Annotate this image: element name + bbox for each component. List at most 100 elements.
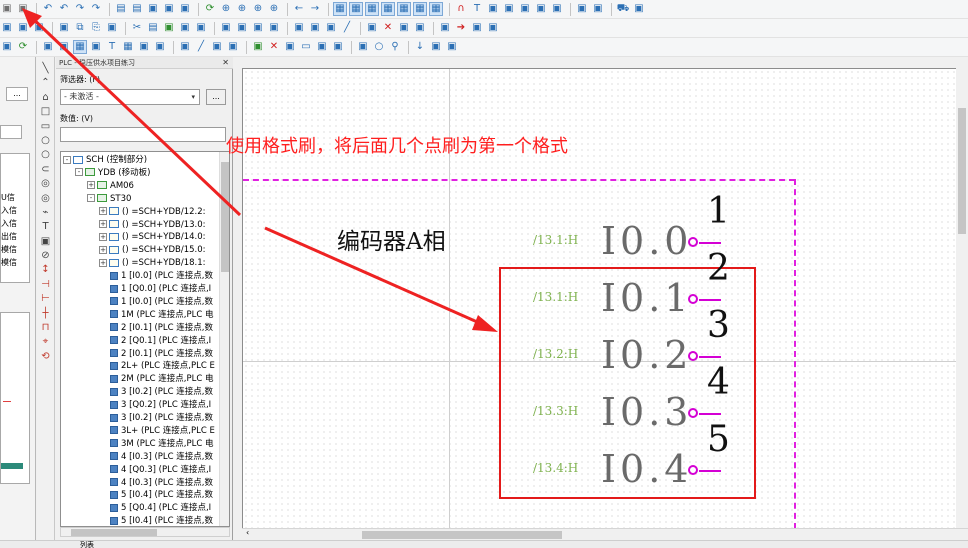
point-address[interactable]: I0.1 — [601, 276, 692, 320]
value-input[interactable] — [60, 127, 226, 142]
grid-snap-icon[interactable]: ▦ — [413, 2, 427, 16]
draw-tool-icon[interactable]: T — [39, 221, 53, 233]
branch-icon[interactable]: ▣ — [470, 21, 484, 35]
zoom-icon[interactable]: ⊕ — [219, 2, 233, 16]
tree-item[interactable]: - ST30 — [61, 193, 131, 206]
redo-icon[interactable]: ↷ — [73, 2, 87, 16]
measure-icon[interactable]: ▣ — [632, 2, 646, 16]
collapse-icon[interactable]: - — [75, 168, 83, 177]
expand-icon[interactable]: + — [99, 220, 107, 228]
circle2-icon[interactable]: ○ — [372, 40, 386, 54]
tree-item[interactable]: + () =SCH+YDB/15.0: — [61, 244, 206, 257]
pin-circle-icon[interactable] — [688, 237, 698, 247]
tree-item[interactable]: 3 [Q0.2] (PLC 连接点,I — [61, 399, 211, 412]
window-icon[interactable]: ▣ — [162, 2, 176, 16]
scroll-left-icon[interactable]: ‹ — [246, 528, 249, 537]
tree-item[interactable]: + () =SCH+YDB/14.0: — [61, 231, 206, 244]
close-icon[interactable]: ✕ — [222, 57, 229, 69]
cart-icon[interactable]: ⛟ — [616, 2, 630, 16]
point-address[interactable]: I0.4 — [601, 447, 692, 491]
grid-e-icon[interactable]: ▦ — [397, 2, 411, 16]
tree-item[interactable]: + () =SCH+YDB/12.2: — [61, 206, 206, 219]
bar-icon[interactable]: ▣ — [518, 2, 532, 16]
draw-tool-icon[interactable]: □ — [39, 106, 53, 118]
zoom-in-icon[interactable]: ⊕ — [235, 2, 249, 16]
left-list-item[interactable]: 模信 — [1, 257, 17, 268]
tree-item[interactable]: + AM06 — [61, 180, 134, 193]
pin-circle-icon[interactable] — [688, 465, 698, 475]
tree-item[interactable]: 3M (PLC 连接点,PLC 电 — [61, 438, 213, 451]
undo-icon[interactable]: ↶ — [41, 2, 55, 16]
magnet-icon[interactable]: ∩ — [454, 2, 468, 16]
draw-tool-icon[interactable]: ▣ — [39, 236, 53, 248]
tree-item[interactable]: 2 [I0.1] (PLC 连接点,数 — [61, 322, 213, 335]
page-list-icon[interactable]: ▤ — [130, 2, 144, 16]
bus-icon[interactable]: ▣ — [57, 40, 71, 54]
tree-item[interactable]: 3L+ (PLC 连接点,PLC E — [61, 425, 215, 438]
down-icon[interactable]: ↓ — [413, 40, 427, 54]
line2-icon[interactable]: ╱ — [194, 40, 208, 54]
expand-icon[interactable]: ▣ — [591, 2, 605, 16]
arc-icon[interactable]: ▣ — [178, 40, 192, 54]
refresh-icon[interactable]: ⟳ — [203, 2, 217, 16]
forward-icon[interactable]: → — [308, 2, 322, 16]
tree-item[interactable]: 1M (PLC 连接点,PLC 电 — [61, 309, 213, 322]
undo-all-icon[interactable]: ↶ — [57, 2, 71, 16]
pin-circle-icon[interactable] — [688, 351, 698, 361]
rect2-icon[interactable]: ▭ — [299, 40, 313, 54]
text-tool-icon[interactable]: T — [470, 2, 484, 16]
frame-icon[interactable]: ▣ — [137, 40, 151, 54]
graph-icon[interactable]: ▣ — [226, 40, 240, 54]
cable-icon[interactable]: ▣ — [219, 21, 233, 35]
line-icon[interactable]: ╱ — [340, 21, 354, 35]
device-icon[interactable]: ▣ — [178, 21, 192, 35]
align-icon[interactable]: ▣ — [308, 21, 322, 35]
split-icon[interactable]: ▣ — [397, 21, 411, 35]
navigator-tree[interactable]: - SCH (控制部分) - YDB (移动板) + AM06- ST30 +() =SCH+… — [60, 151, 230, 527]
link-icon[interactable]: ▣ — [438, 21, 452, 35]
layers-icon[interactable]: ▣ — [534, 2, 548, 16]
pin-circle-icon[interactable] — [688, 408, 698, 418]
terminal-icon[interactable]: ▣ — [194, 21, 208, 35]
draw-tool-icon[interactable]: ◎ — [39, 178, 53, 190]
pointer-icon[interactable]: ▣ — [0, 21, 14, 35]
tree-item[interactable]: 4 [Q0.3] (PLC 连接点,I — [61, 464, 211, 477]
expand-icon[interactable]: + — [87, 181, 95, 190]
symbol-icon[interactable]: ▣ — [550, 2, 564, 16]
list2-icon[interactable]: ▣ — [283, 40, 297, 54]
tree-item[interactable]: 1 [I0.0] (PLC 连接点,数 — [61, 270, 213, 283]
page-view-icon[interactable]: ▤ — [114, 2, 128, 16]
snap-icon[interactable]: ▣ — [486, 2, 500, 16]
flag-icon[interactable]: ▣ — [32, 21, 46, 35]
tree-item[interactable]: 2M (PLC 连接点,PLC 电 — [61, 373, 213, 386]
cut-icon[interactable]: ✂ — [130, 21, 144, 35]
draw-tool-icon[interactable]: ▭ — [39, 121, 53, 133]
tree-item[interactable]: 2L+ (PLC 连接点,PLC E — [61, 360, 215, 373]
cols-icon[interactable]: ▣ — [89, 40, 103, 54]
tree-item[interactable]: 1 [Q0.0] (PLC 连接点,I — [61, 283, 211, 296]
lshape-icon[interactable]: ▣ — [331, 40, 345, 54]
triangle-icon[interactable]: ▣ — [365, 21, 379, 35]
grid-d-icon[interactable]: ▦ — [381, 2, 395, 16]
format-painter-icon[interactable]: ▣ — [16, 2, 30, 16]
left-list[interactable]: U信 入信 入信 出信 模信 模信 — [0, 153, 30, 283]
draw-tool-icon[interactable]: ⊓ — [39, 322, 53, 334]
canvas-vertical-scrollbar[interactable] — [956, 68, 968, 528]
page-icon[interactable]: ▤ — [146, 21, 160, 35]
open-icon[interactable]: ▣ — [105, 21, 119, 35]
table-icon[interactable]: ▦ — [121, 40, 135, 54]
expand-icon[interactable]: + — [99, 232, 107, 241]
box-icon[interactable]: ▣ — [41, 40, 55, 54]
left-list-item[interactable]: U信 — [1, 192, 15, 203]
draw-tool-icon[interactable]: ⌃ — [39, 77, 53, 89]
list-tab[interactable]: 列表 — [80, 541, 94, 548]
component-icon[interactable]: ▣ — [502, 2, 516, 16]
cross2-icon[interactable]: ✕ — [267, 40, 281, 54]
draw-tool-icon[interactable]: ⟲ — [39, 351, 53, 363]
refresh2-icon[interactable]: ⟳ — [16, 40, 30, 54]
draw-tool-icon[interactable]: ○ — [39, 149, 53, 161]
plug-icon[interactable]: ▣ — [235, 21, 249, 35]
draw-tool-icon[interactable]: ⊂ — [39, 164, 53, 176]
tree-item[interactable]: - SCH (控制部分) — [61, 154, 147, 167]
zoom-out-icon[interactable]: ⊕ — [251, 2, 265, 16]
